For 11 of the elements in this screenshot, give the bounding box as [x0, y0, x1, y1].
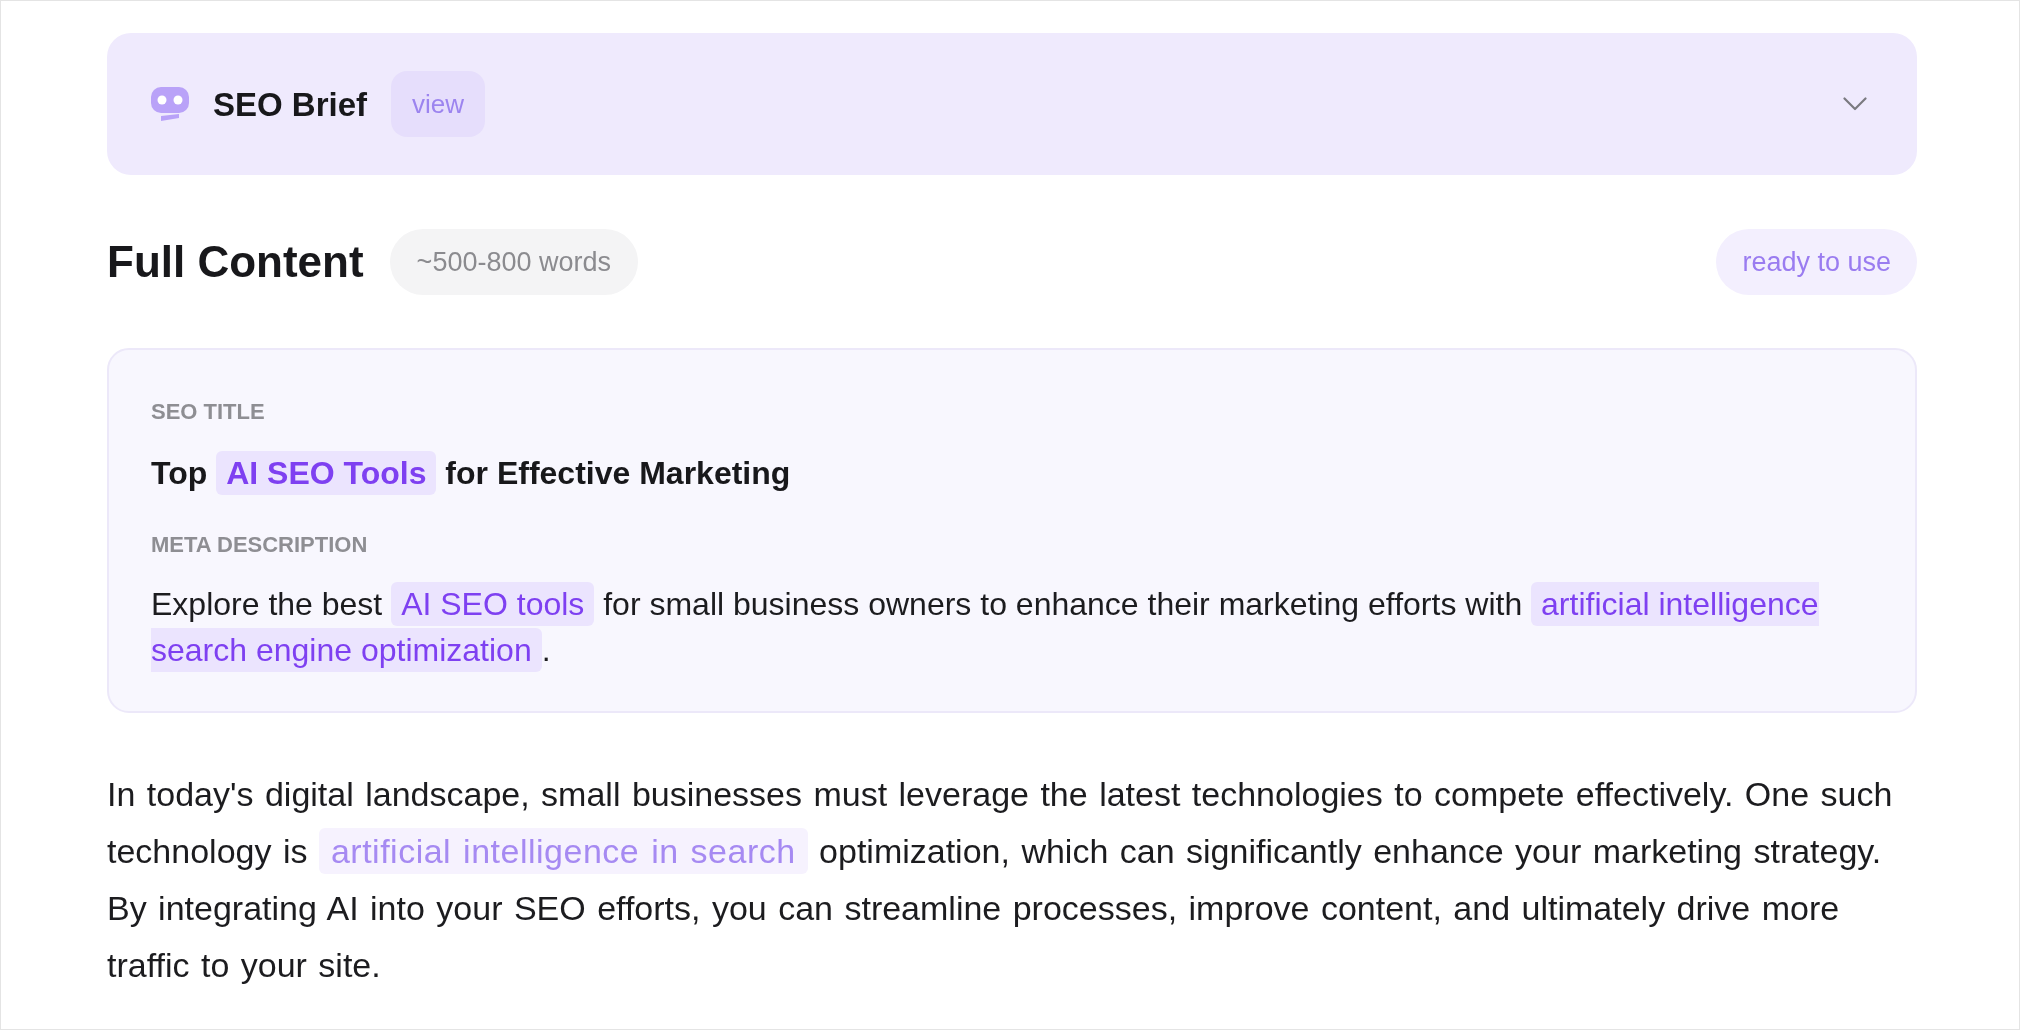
panel-title: SEO Brief: [213, 87, 368, 121]
status-badge: ready to use: [1716, 229, 1917, 295]
view-button[interactable]: view: [391, 71, 486, 137]
body-paragraph: In today's digital landscape, small businesses must leverage the latest technologies to compete effectively. One such technology is artificial intelligence in search optimization, which can significantly enhance your marketing strategy. By integrating AI into your SEO efforts, you can streamline processes, improve content, and ultimately drive more traffic to your site.: [107, 774, 1894, 986]
field-label: SEO TITLE: [151, 398, 266, 426]
seo-title-text: Top AI SEO Tools for Effective Marketing: [151, 449, 1875, 497]
robot-face-icon: [151, 87, 189, 121]
word-count-badge: ~500-800 words: [389, 229, 638, 295]
chevron-down-icon[interactable]: [1843, 97, 1867, 111]
section-heading: Full Content: [107, 240, 364, 284]
field-label: META DESCRIPTION: [151, 531, 369, 559]
